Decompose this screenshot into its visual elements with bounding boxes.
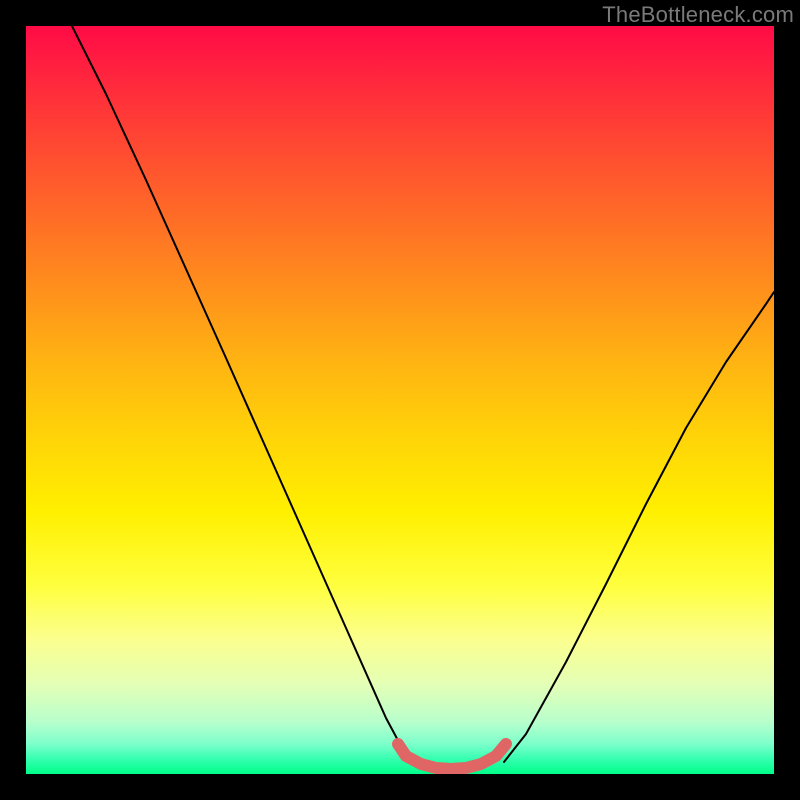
watermark-text: TheBottleneck.com [602,2,794,28]
series-curve-right [504,292,774,762]
chart-frame: TheBottleneck.com [0,0,800,800]
chart-svg [26,26,774,774]
plot-area [26,26,774,774]
series-curve-left [72,26,416,762]
series-floor-highlight [398,744,506,769]
